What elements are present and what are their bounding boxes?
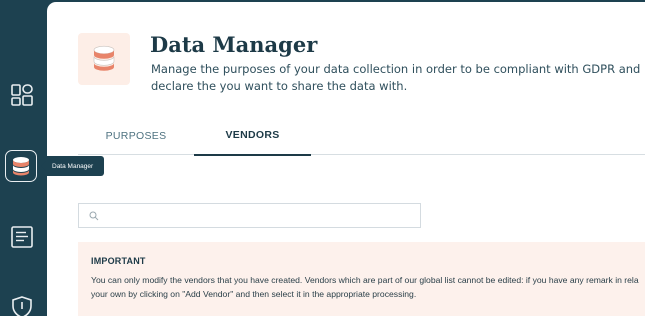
main-panel: Data Manager Manage the purposes of your… [47, 2, 645, 316]
sidebar [0, 0, 47, 316]
notice-line-2: your own by clicking on "Add Vendor" and… [91, 288, 417, 299]
layout-grid-icon [11, 84, 33, 106]
page-title: Data Manager [150, 32, 318, 57]
tab-purposes[interactable]: PURPOSES [78, 116, 194, 155]
search-input[interactable] [103, 205, 403, 226]
database-icon [13, 157, 29, 176]
database-icon [93, 45, 115, 71]
notice-line-1: You can only modify the vendors that you… [91, 275, 639, 285]
notice-text: You can only modify the vendors that you… [91, 274, 645, 301]
header-logo [78, 33, 130, 85]
sidebar-item-data-manager[interactable] [5, 150, 37, 182]
tab-bar: PURPOSES VENDORS [78, 116, 645, 156]
sidebar-item-dashboard[interactable] [7, 80, 37, 110]
search-icon [89, 211, 99, 220]
notice-title: IMPORTANT [91, 256, 146, 266]
tab-vendors[interactable]: VENDORS [194, 116, 311, 156]
important-notice: IMPORTANT You can only modify the vendor… [78, 242, 645, 316]
search-box[interactable] [78, 203, 421, 228]
shield-icon [12, 296, 32, 316]
page-subtitle: Manage the purposes of your data collect… [151, 62, 641, 93]
sidebar-tooltip: Data Manager [41, 156, 104, 176]
document-list-icon [11, 226, 33, 248]
sidebar-item-security[interactable] [7, 292, 37, 316]
sidebar-item-documents[interactable] [7, 222, 37, 252]
